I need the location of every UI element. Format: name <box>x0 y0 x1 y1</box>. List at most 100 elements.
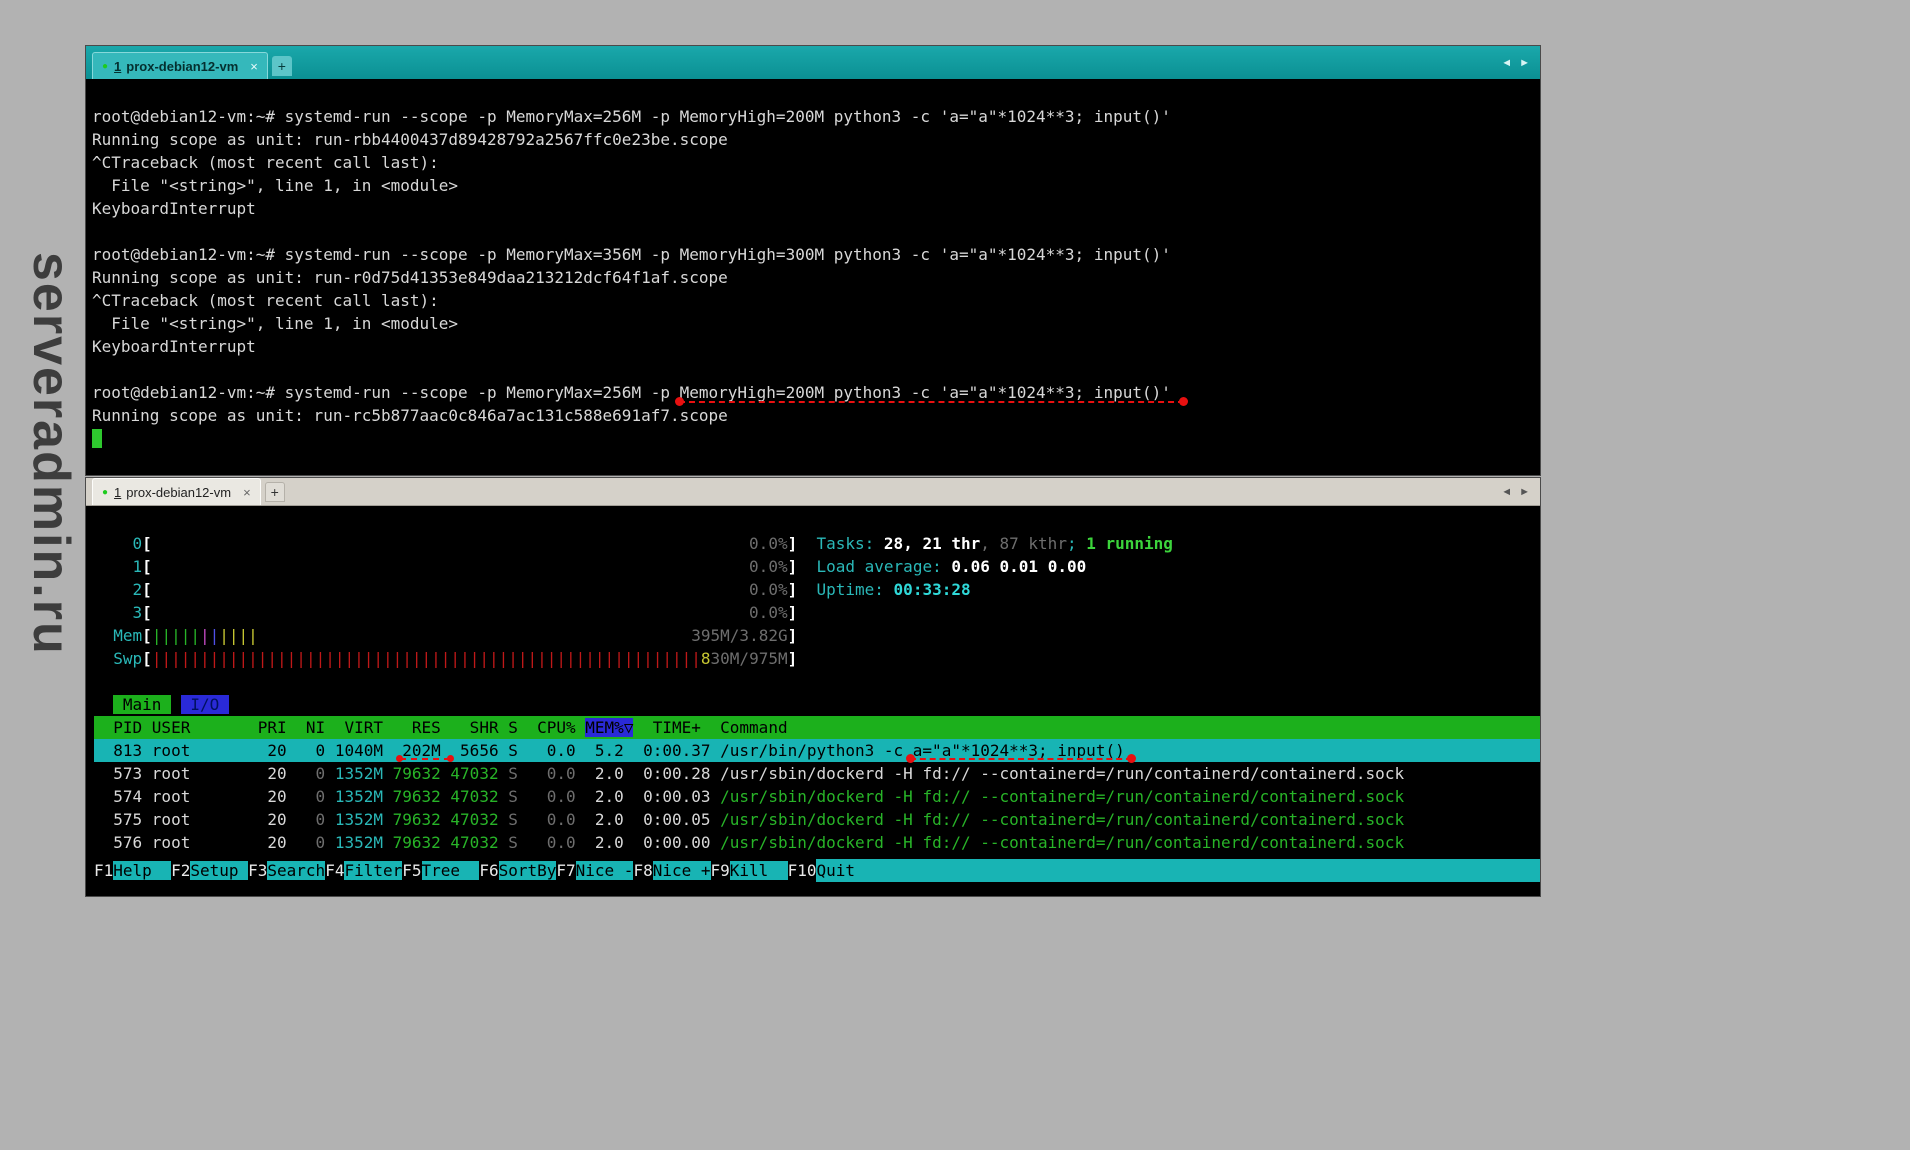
text-segment: ] <box>788 534 798 553</box>
text-segment: Running scope as unit: run-rc5b877aac0c8… <box>92 406 728 425</box>
text-segment: root@debian12-vm:~# systemd-run --scope … <box>92 107 1171 126</box>
text-segment: /usr/sbin/dockerd -H fd:// --containerd=… <box>711 810 1405 829</box>
htop-screen[interactable]: 0[0.0%] Tasks: 28, 21 thr, 87 kthr; 1 ru… <box>86 506 1540 896</box>
text-segment: [ <box>142 557 152 576</box>
annotation-dot <box>906 754 915 763</box>
text-segment: Tasks: <box>816 534 883 553</box>
blank-line <box>94 670 1540 693</box>
text-segment: 0.0 <box>518 833 576 852</box>
text-segment: Running scope as unit: run-r0d75d41353e8… <box>92 268 728 287</box>
text-segment: File "<string>", line 1, in <module> <box>92 314 458 333</box>
text-segment: ||||| <box>152 626 200 645</box>
text-segment: Running scope as unit: run-rbb4400437d89… <box>92 130 728 149</box>
annotation-dot <box>447 755 454 762</box>
text-segment: 2.0 <box>576 787 624 806</box>
output-line: Running scope as unit: run-r0d75d41353e8… <box>92 266 1540 289</box>
text-segment: F9 <box>711 861 730 880</box>
process-row: 573 root 20 0 1352M 79632 47032 S 0.0 2.… <box>94 762 1540 785</box>
text-segment: Help <box>113 861 171 880</box>
text-segment: KeyboardInterrupt <box>92 199 256 218</box>
text-segment: 00:33:28 <box>894 580 971 599</box>
text-segment: F3 <box>248 861 267 880</box>
text-segment: 0.0% <box>152 601 788 624</box>
tab-scroll-right-icon[interactable]: ► <box>1519 57 1530 69</box>
tab-title: prox-debian12-vm <box>126 59 238 74</box>
text-segment: 21 thr <box>922 534 980 553</box>
text-segment: 0:00.00 <box>624 833 711 852</box>
text-segment: 79632 <box>383 833 441 852</box>
output-line: Running scope as unit: run-rbb4400437d89… <box>92 128 1540 151</box>
text-segment: [ <box>142 580 152 599</box>
tab-scroll-left-icon[interactable]: ◄ <box>1501 486 1512 498</box>
text-segment: 0.0% <box>152 578 788 601</box>
text-segment <box>797 534 816 553</box>
text-segment: F7 <box>556 861 575 880</box>
text-segment: 79632 <box>383 764 441 783</box>
text-segment: | <box>200 626 210 645</box>
text-segment: 0.01 <box>1000 557 1048 576</box>
cpu-meter-1: 1[0.0%] Load average: 0.06 0.01 0.00 <box>94 555 1540 578</box>
text-segment: [ <box>142 534 152 553</box>
text-segment: ^CTraceback (most recent call last): <box>92 153 439 172</box>
swp-meter: Swp[||||||||||||||||||||||||||||||||||||… <box>94 647 1540 670</box>
text-segment: 1352M <box>325 833 383 852</box>
function-key-bar: F1Help F2Setup F3SearchF4FilterF5Tree F6… <box>94 859 1548 882</box>
text-segment: 575 root 20 <box>94 810 287 829</box>
text-segment: KeyboardInterrupt <box>92 337 256 356</box>
terminal-output[interactable]: root@debian12-vm:~# systemd-run --scope … <box>86 79 1540 475</box>
tab-scroll-right-icon[interactable]: ► <box>1519 486 1530 498</box>
terminal-tab[interactable]: ● 1 prox-debian12-vm × <box>92 52 268 79</box>
terminal-tab[interactable]: ● 1 prox-debian12-vm × <box>92 478 261 505</box>
text-segment: 0.0 <box>518 764 576 783</box>
text-segment: 0.00 <box>1048 557 1087 576</box>
output-line: ^CTraceback (most recent call last): <box>92 289 1540 312</box>
text-segment: 395M/3.82G <box>258 624 788 647</box>
text-segment: 0.0 <box>518 810 576 829</box>
text-segment: ] <box>788 603 798 622</box>
text-segment: F2 <box>171 861 190 880</box>
tab-close-icon[interactable]: × <box>243 485 251 500</box>
text-segment: Main <box>113 695 171 714</box>
text-segment: 1352M <box>325 764 383 783</box>
text-segment: ||||||||||||||||||||||||||||||||||||||||… <box>152 649 701 668</box>
text-segment: Uptime: <box>816 580 893 599</box>
text-segment: 2 <box>94 580 142 599</box>
tab-title: prox-debian12-vm <box>126 485 231 500</box>
text-segment: 0:00.28 <box>624 764 711 783</box>
cpu-meter-0: 0[0.0%] Tasks: 28, 21 thr, 87 kthr; 1 ru… <box>94 532 1540 555</box>
text-segment: 0 <box>287 810 326 829</box>
text-segment <box>92 429 102 448</box>
annotation-underline-process-command <box>910 758 1132 760</box>
text-segment: Tree <box>422 861 480 880</box>
new-tab-button[interactable]: + <box>265 482 285 502</box>
tab-status-dot-icon: ● <box>102 61 108 72</box>
text-segment: 30M/975M <box>711 649 788 668</box>
text-segment: F8 <box>633 861 652 880</box>
text-segment: S <box>499 833 518 852</box>
text-segment <box>797 580 816 599</box>
text-segment: ] <box>788 557 798 576</box>
text-segment: /usr/sbin/dockerd -H fd:// --containerd=… <box>711 764 1405 783</box>
new-tab-button[interactable]: + <box>272 56 292 76</box>
text-segment: 47032 <box>441 833 499 852</box>
process-row: 575 root 20 0 1352M 79632 47032 S 0.0 2.… <box>94 808 1540 831</box>
text-segment: Filter <box>344 861 402 880</box>
text-segment: S <box>499 810 518 829</box>
text-segment: ] <box>788 649 798 668</box>
top-terminal-window: ● 1 prox-debian12-vm × + ◄ ► root@debian… <box>85 45 1541 476</box>
tab-close-icon[interactable]: × <box>250 59 258 74</box>
text-segment: S <box>499 764 518 783</box>
text-segment: ] <box>788 626 798 645</box>
text-segment <box>171 695 181 714</box>
htop-function-bar[interactable]: F1Help F2Setup F3SearchF4FilterF5Tree F6… <box>94 859 1548 882</box>
prompt-line: root@debian12-vm:~# systemd-run --scope … <box>92 105 1540 128</box>
tab-scroll-left-icon[interactable]: ◄ <box>1501 57 1512 69</box>
text-segment: Setup <box>190 861 248 880</box>
text-segment: PID USER PRI NI VIRT RES SHR S CPU% <box>94 718 585 737</box>
text-segment: 574 root 20 <box>94 787 287 806</box>
text-segment: 0.0% <box>152 532 788 555</box>
annotation-dot <box>675 397 684 406</box>
text-segment: 79632 <box>383 787 441 806</box>
text-segment: Swp <box>94 649 142 668</box>
tab-number: 1 <box>114 485 121 500</box>
